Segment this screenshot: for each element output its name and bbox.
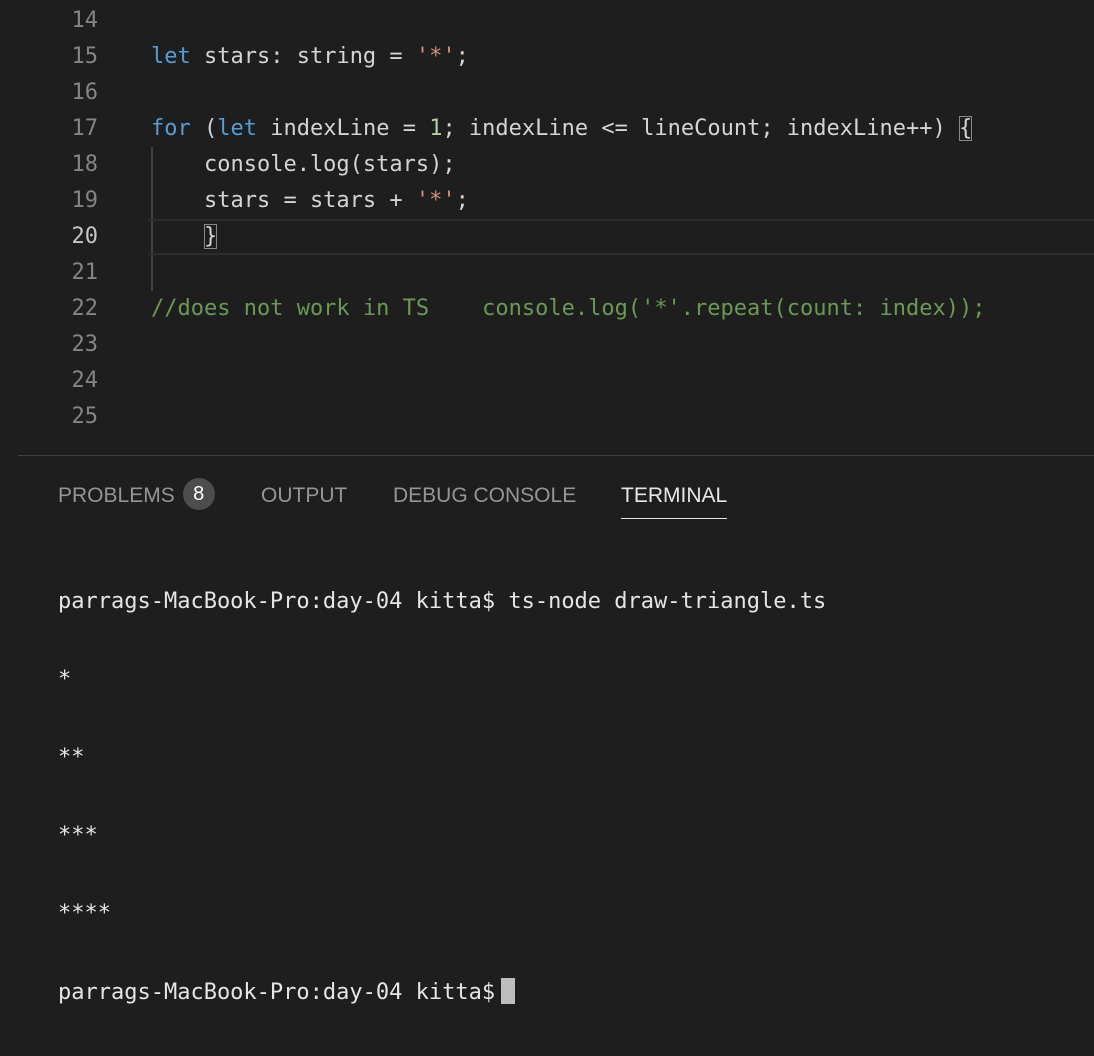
line-number: 25 [71, 404, 99, 429]
comment-text: //does not work in TS console.log('*'.re… [151, 296, 986, 321]
terminal-output[interactable]: parrags-MacBook-Pro:day-04 kitta$ ts-nod… [58, 538, 826, 1056]
tab-label: PROBLEMS [58, 484, 175, 507]
code-line[interactable]: 19 stars = stars + '*'; [18, 183, 1094, 219]
code-line[interactable]: 23 [18, 327, 1094, 363]
code-line[interactable]: 24 [18, 363, 1094, 399]
code-text: let stars: string = '*'; [151, 39, 469, 75]
number-token: 1 [429, 116, 443, 141]
tab-output[interactable]: OUTPUT [261, 478, 347, 518]
line-number: 16 [71, 80, 99, 105]
code-text: console.log(stars); [151, 152, 456, 177]
code-editor[interactable]: 14 15 let stars: string = '*'; 16 17 for… [18, 0, 1094, 452]
terminal-line: *** [58, 823, 98, 848]
code-text: for (let indexLine = 1; indexLine <= lin… [151, 111, 973, 147]
code-token: ; indexLine <= lineCount; indexLine++) [442, 116, 959, 141]
code-line[interactable]: 16 [18, 75, 1094, 111]
tab-label: OUTPUT [261, 484, 348, 507]
code-token: stars: string = [190, 44, 416, 69]
string-token: '*' [415, 188, 456, 213]
code-text: } [151, 219, 218, 255]
matching-brace-highlight: { [959, 116, 973, 141]
problems-count-badge: 8 [182, 478, 215, 510]
line-number: 17 [71, 116, 99, 141]
code-token: ( [190, 116, 218, 141]
keyword-token: let [151, 44, 191, 69]
code-line[interactable]: 21 [18, 255, 1094, 291]
terminal-line: ** [58, 745, 85, 770]
tab-label: TERMINAL [621, 484, 728, 507]
code-line[interactable]: 15 let stars: string = '*'; [18, 39, 1094, 75]
tab-problems[interactable]: PROBLEMS 8 [58, 478, 215, 518]
string-token: '*' [415, 44, 456, 69]
code-text: stars = stars + '*'; [151, 183, 469, 219]
terminal-line: **** [58, 901, 111, 926]
keyword-token: for [151, 116, 191, 141]
line-number: 15 [71, 44, 99, 69]
terminal-prompt-line[interactable]: parrags-MacBook-Pro:day-04 kitta$ [58, 978, 826, 1006]
line-number: 23 [71, 332, 99, 357]
code-token: ; [455, 188, 469, 213]
line-number: 24 [71, 368, 99, 393]
code-line[interactable]: 18 console.log(stars); [18, 147, 1094, 183]
code-line[interactable]: 25 [18, 399, 1094, 435]
line-number: 18 [71, 152, 99, 177]
line-number: 19 [71, 188, 99, 213]
code-token: indexLine = [257, 116, 430, 141]
line-number: 20 [71, 224, 99, 249]
keyword-token: let [217, 116, 257, 141]
terminal-line: parrags-MacBook-Pro:day-04 kitta$ ts-nod… [58, 589, 827, 614]
tab-terminal[interactable]: TERMINAL [621, 478, 728, 519]
code-line[interactable]: 14 [18, 3, 1094, 39]
terminal-prompt: parrags-MacBook-Pro:day-04 kitta$ [58, 980, 496, 1005]
code-line[interactable]: 17 for (let indexLine = 1; indexLine <= … [18, 111, 1094, 147]
matching-brace-highlight: } [203, 224, 218, 249]
terminal-cursor [501, 978, 516, 1004]
code-token: ; [455, 44, 469, 69]
line-number: 21 [71, 260, 99, 285]
line-number: 14 [71, 8, 99, 33]
code-line[interactable]: 22 //does not work in TS console.log('*'… [18, 291, 1094, 327]
tab-debug-console[interactable]: DEBUG CONSOLE [393, 478, 576, 518]
bottom-panel: PROBLEMS 8 OUTPUT DEBUG CONSOLE TERMINAL … [18, 455, 1094, 1005]
line-number: 22 [71, 296, 99, 321]
editor-left-gutter [0, 0, 18, 774]
terminal-line: * [58, 667, 72, 692]
code-token: stars = stars + [151, 188, 416, 213]
current-code-line[interactable]: 20 } [18, 219, 1094, 255]
tab-label: DEBUG CONSOLE [393, 484, 577, 507]
